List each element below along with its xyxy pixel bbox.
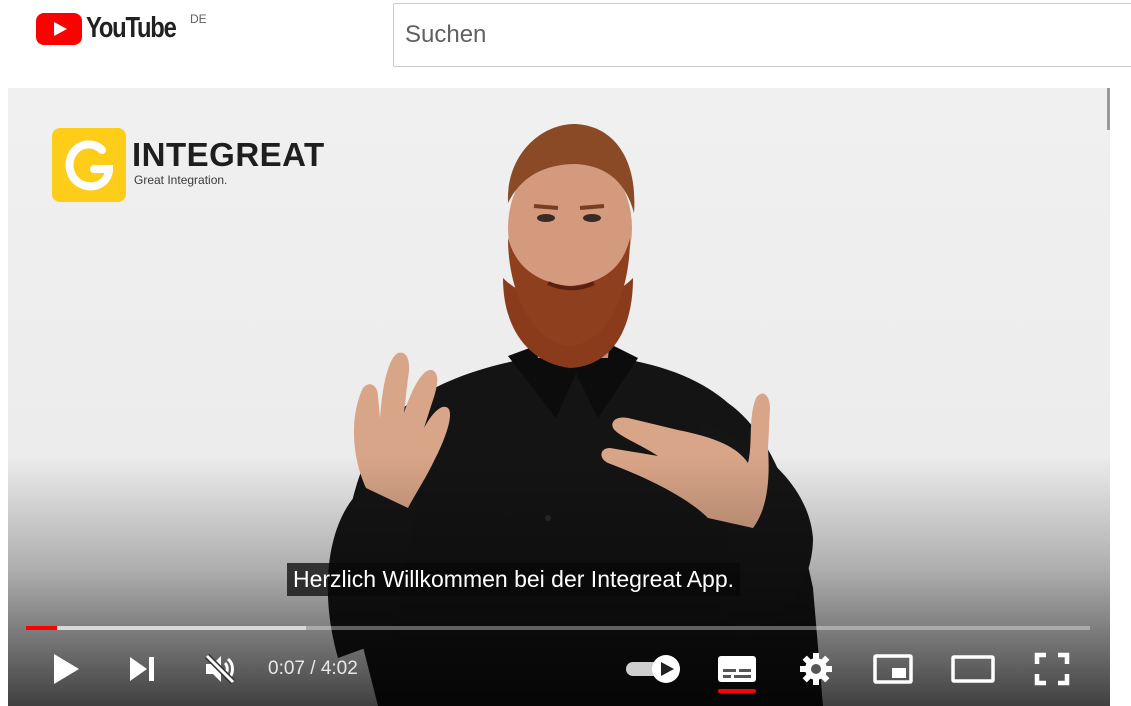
theater-mode-button[interactable] [948, 644, 998, 694]
video-player[interactable]: INTEGREAT Great Integration. Herzlich Wi… [8, 88, 1110, 706]
autoplay-toggle-icon [626, 655, 680, 683]
progress-bar[interactable] [26, 626, 1090, 630]
masthead: YouTube DE [0, 0, 1131, 78]
search-input[interactable] [393, 3, 1131, 67]
youtube-play-logo-icon [36, 12, 82, 45]
subtitle-caption: Herzlich Willkommen bei der Integreat Ap… [287, 563, 741, 596]
next-button[interactable] [120, 644, 164, 694]
subtitles-active-indicator [718, 689, 756, 693]
fullscreen-button[interactable] [1030, 644, 1074, 694]
gear-icon [800, 653, 832, 685]
integreat-g-logo-icon [52, 128, 126, 202]
settings-button[interactable] [794, 644, 838, 694]
miniplayer-icon [873, 654, 913, 684]
brand-name: INTEGREAT [132, 136, 325, 173]
next-icon [130, 657, 154, 681]
brand-tagline: Great Integration. [134, 173, 228, 187]
volume-muted-icon [204, 653, 236, 685]
region-code: DE [190, 12, 207, 26]
miniplayer-button[interactable] [870, 644, 916, 694]
theater-mode-icon [951, 655, 995, 683]
youtube-logo-text: YouTube [86, 12, 177, 44]
autoplay-toggle[interactable] [622, 644, 684, 694]
integreat-logo: INTEGREAT Great Integration. [52, 128, 325, 202]
youtube-logo[interactable]: YouTube [36, 12, 195, 45]
subtitles-icon [718, 656, 756, 682]
mute-button[interactable] [198, 644, 242, 694]
fullscreen-icon [1034, 652, 1070, 686]
play-button[interactable] [44, 644, 88, 694]
time-display: 0:07 / 4:02 [268, 658, 358, 679]
player-controls: 0:07 / 4:02 [8, 644, 1110, 700]
progress-played [26, 626, 57, 630]
subtitles-button[interactable] [714, 644, 760, 694]
video-edge [1107, 88, 1110, 130]
play-icon [54, 654, 79, 684]
progress-loaded [26, 626, 306, 630]
